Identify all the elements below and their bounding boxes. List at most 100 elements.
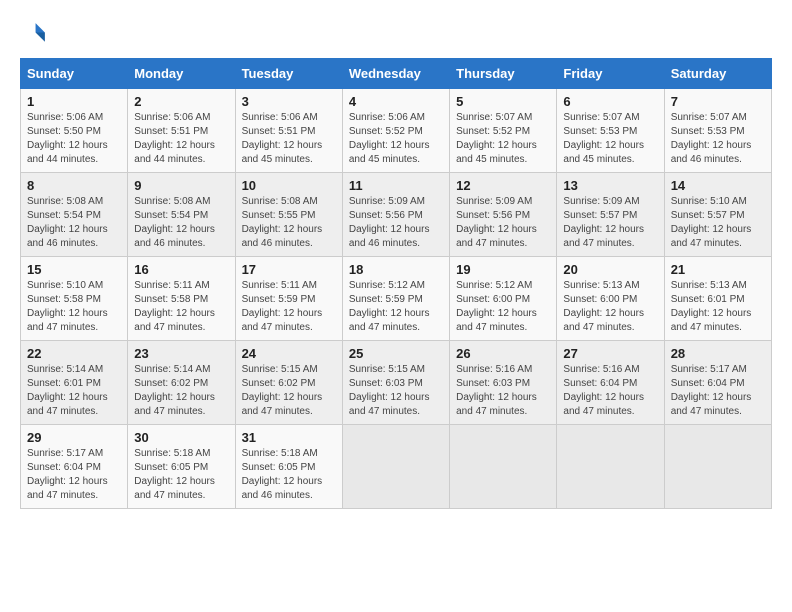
calendar-cell: 12 Sunrise: 5:09 AMSunset: 5:56 PMDaylig… xyxy=(450,173,557,257)
day-detail: Sunrise: 5:12 AMSunset: 5:59 PMDaylight:… xyxy=(349,279,443,335)
calendar-week-row: 22 Sunrise: 5:14 AMSunset: 6:01 PMDaylig… xyxy=(21,341,772,425)
day-header-wednesday: Wednesday xyxy=(342,59,449,89)
day-number: 31 xyxy=(242,430,336,445)
day-number: 18 xyxy=(349,262,443,277)
day-number: 20 xyxy=(563,262,657,277)
calendar-table: SundayMondayTuesdayWednesdayThursdayFrid… xyxy=(20,58,772,509)
calendar-cell: 27 Sunrise: 5:16 AMSunset: 6:04 PMDaylig… xyxy=(557,341,664,425)
calendar-week-row: 1 Sunrise: 5:06 AMSunset: 5:50 PMDayligh… xyxy=(21,89,772,173)
calendar-cell: 21 Sunrise: 5:13 AMSunset: 6:01 PMDaylig… xyxy=(664,257,771,341)
day-number: 2 xyxy=(134,94,228,109)
day-header-sunday: Sunday xyxy=(21,59,128,89)
day-detail: Sunrise: 5:12 AMSunset: 6:00 PMDaylight:… xyxy=(456,279,550,335)
day-detail: Sunrise: 5:15 AMSunset: 6:03 PMDaylight:… xyxy=(349,363,443,419)
calendar-cell: 23 Sunrise: 5:14 AMSunset: 6:02 PMDaylig… xyxy=(128,341,235,425)
calendar-week-row: 29 Sunrise: 5:17 AMSunset: 6:04 PMDaylig… xyxy=(21,425,772,509)
day-number: 22 xyxy=(27,346,121,361)
day-detail: Sunrise: 5:09 AMSunset: 5:57 PMDaylight:… xyxy=(563,195,657,251)
calendar-cell: 13 Sunrise: 5:09 AMSunset: 5:57 PMDaylig… xyxy=(557,173,664,257)
calendar-cell: 11 Sunrise: 5:09 AMSunset: 5:56 PMDaylig… xyxy=(342,173,449,257)
calendar-cell: 25 Sunrise: 5:15 AMSunset: 6:03 PMDaylig… xyxy=(342,341,449,425)
day-number: 15 xyxy=(27,262,121,277)
calendar-header-row: SundayMondayTuesdayWednesdayThursdayFrid… xyxy=(21,59,772,89)
day-detail: Sunrise: 5:07 AMSunset: 5:53 PMDaylight:… xyxy=(563,111,657,167)
calendar-cell xyxy=(342,425,449,509)
day-number: 7 xyxy=(671,94,765,109)
calendar-cell xyxy=(450,425,557,509)
calendar-cell: 4 Sunrise: 5:06 AMSunset: 5:52 PMDayligh… xyxy=(342,89,449,173)
day-detail: Sunrise: 5:14 AMSunset: 6:01 PMDaylight:… xyxy=(27,363,121,419)
calendar-cell: 10 Sunrise: 5:08 AMSunset: 5:55 PMDaylig… xyxy=(235,173,342,257)
day-detail: Sunrise: 5:06 AMSunset: 5:52 PMDaylight:… xyxy=(349,111,443,167)
calendar-cell: 5 Sunrise: 5:07 AMSunset: 5:52 PMDayligh… xyxy=(450,89,557,173)
calendar-cell: 28 Sunrise: 5:17 AMSunset: 6:04 PMDaylig… xyxy=(664,341,771,425)
day-detail: Sunrise: 5:08 AMSunset: 5:54 PMDaylight:… xyxy=(134,195,228,251)
calendar-cell: 8 Sunrise: 5:08 AMSunset: 5:54 PMDayligh… xyxy=(21,173,128,257)
day-number: 26 xyxy=(456,346,550,361)
day-number: 24 xyxy=(242,346,336,361)
day-number: 19 xyxy=(456,262,550,277)
day-detail: Sunrise: 5:18 AMSunset: 6:05 PMDaylight:… xyxy=(242,447,336,503)
calendar-cell: 7 Sunrise: 5:07 AMSunset: 5:53 PMDayligh… xyxy=(664,89,771,173)
calendar-cell xyxy=(664,425,771,509)
day-detail: Sunrise: 5:16 AMSunset: 6:04 PMDaylight:… xyxy=(563,363,657,419)
calendar-cell: 26 Sunrise: 5:16 AMSunset: 6:03 PMDaylig… xyxy=(450,341,557,425)
calendar-cell: 14 Sunrise: 5:10 AMSunset: 5:57 PMDaylig… xyxy=(664,173,771,257)
calendar-week-row: 15 Sunrise: 5:10 AMSunset: 5:58 PMDaylig… xyxy=(21,257,772,341)
day-number: 16 xyxy=(134,262,228,277)
day-number: 25 xyxy=(349,346,443,361)
day-number: 4 xyxy=(349,94,443,109)
calendar-cell: 29 Sunrise: 5:17 AMSunset: 6:04 PMDaylig… xyxy=(21,425,128,509)
day-number: 30 xyxy=(134,430,228,445)
calendar-cell: 19 Sunrise: 5:12 AMSunset: 6:00 PMDaylig… xyxy=(450,257,557,341)
day-number: 8 xyxy=(27,178,121,193)
day-number: 21 xyxy=(671,262,765,277)
day-number: 14 xyxy=(671,178,765,193)
day-detail: Sunrise: 5:09 AMSunset: 5:56 PMDaylight:… xyxy=(456,195,550,251)
day-header-monday: Monday xyxy=(128,59,235,89)
calendar-cell: 17 Sunrise: 5:11 AMSunset: 5:59 PMDaylig… xyxy=(235,257,342,341)
calendar-week-row: 8 Sunrise: 5:08 AMSunset: 5:54 PMDayligh… xyxy=(21,173,772,257)
day-header-saturday: Saturday xyxy=(664,59,771,89)
calendar-cell: 2 Sunrise: 5:06 AMSunset: 5:51 PMDayligh… xyxy=(128,89,235,173)
day-detail: Sunrise: 5:16 AMSunset: 6:03 PMDaylight:… xyxy=(456,363,550,419)
day-detail: Sunrise: 5:06 AMSunset: 5:51 PMDaylight:… xyxy=(134,111,228,167)
day-detail: Sunrise: 5:09 AMSunset: 5:56 PMDaylight:… xyxy=(349,195,443,251)
day-detail: Sunrise: 5:10 AMSunset: 5:58 PMDaylight:… xyxy=(27,279,121,335)
day-header-friday: Friday xyxy=(557,59,664,89)
day-number: 12 xyxy=(456,178,550,193)
calendar-cell: 3 Sunrise: 5:06 AMSunset: 5:51 PMDayligh… xyxy=(235,89,342,173)
day-detail: Sunrise: 5:18 AMSunset: 6:05 PMDaylight:… xyxy=(134,447,228,503)
day-header-thursday: Thursday xyxy=(450,59,557,89)
day-number: 5 xyxy=(456,94,550,109)
day-detail: Sunrise: 5:17 AMSunset: 6:04 PMDaylight:… xyxy=(671,363,765,419)
day-detail: Sunrise: 5:17 AMSunset: 6:04 PMDaylight:… xyxy=(27,447,121,503)
day-detail: Sunrise: 5:15 AMSunset: 6:02 PMDaylight:… xyxy=(242,363,336,419)
logo-icon xyxy=(20,20,48,48)
day-detail: Sunrise: 5:10 AMSunset: 5:57 PMDaylight:… xyxy=(671,195,765,251)
day-number: 23 xyxy=(134,346,228,361)
calendar-cell: 22 Sunrise: 5:14 AMSunset: 6:01 PMDaylig… xyxy=(21,341,128,425)
calendar-cell: 9 Sunrise: 5:08 AMSunset: 5:54 PMDayligh… xyxy=(128,173,235,257)
calendar-cell: 20 Sunrise: 5:13 AMSunset: 6:00 PMDaylig… xyxy=(557,257,664,341)
calendar-cell: 15 Sunrise: 5:10 AMSunset: 5:58 PMDaylig… xyxy=(21,257,128,341)
day-header-tuesday: Tuesday xyxy=(235,59,342,89)
day-number: 27 xyxy=(563,346,657,361)
day-number: 9 xyxy=(134,178,228,193)
day-detail: Sunrise: 5:13 AMSunset: 6:01 PMDaylight:… xyxy=(671,279,765,335)
day-number: 3 xyxy=(242,94,336,109)
day-detail: Sunrise: 5:08 AMSunset: 5:54 PMDaylight:… xyxy=(27,195,121,251)
calendar-cell: 30 Sunrise: 5:18 AMSunset: 6:05 PMDaylig… xyxy=(128,425,235,509)
day-number: 6 xyxy=(563,94,657,109)
day-detail: Sunrise: 5:13 AMSunset: 6:00 PMDaylight:… xyxy=(563,279,657,335)
calendar-cell: 24 Sunrise: 5:15 AMSunset: 6:02 PMDaylig… xyxy=(235,341,342,425)
day-detail: Sunrise: 5:08 AMSunset: 5:55 PMDaylight:… xyxy=(242,195,336,251)
day-detail: Sunrise: 5:06 AMSunset: 5:50 PMDaylight:… xyxy=(27,111,121,167)
day-detail: Sunrise: 5:06 AMSunset: 5:51 PMDaylight:… xyxy=(242,111,336,167)
calendar-cell: 18 Sunrise: 5:12 AMSunset: 5:59 PMDaylig… xyxy=(342,257,449,341)
day-detail: Sunrise: 5:07 AMSunset: 5:53 PMDaylight:… xyxy=(671,111,765,167)
day-number: 28 xyxy=(671,346,765,361)
day-detail: Sunrise: 5:11 AMSunset: 5:59 PMDaylight:… xyxy=(242,279,336,335)
day-detail: Sunrise: 5:14 AMSunset: 6:02 PMDaylight:… xyxy=(134,363,228,419)
day-number: 29 xyxy=(27,430,121,445)
